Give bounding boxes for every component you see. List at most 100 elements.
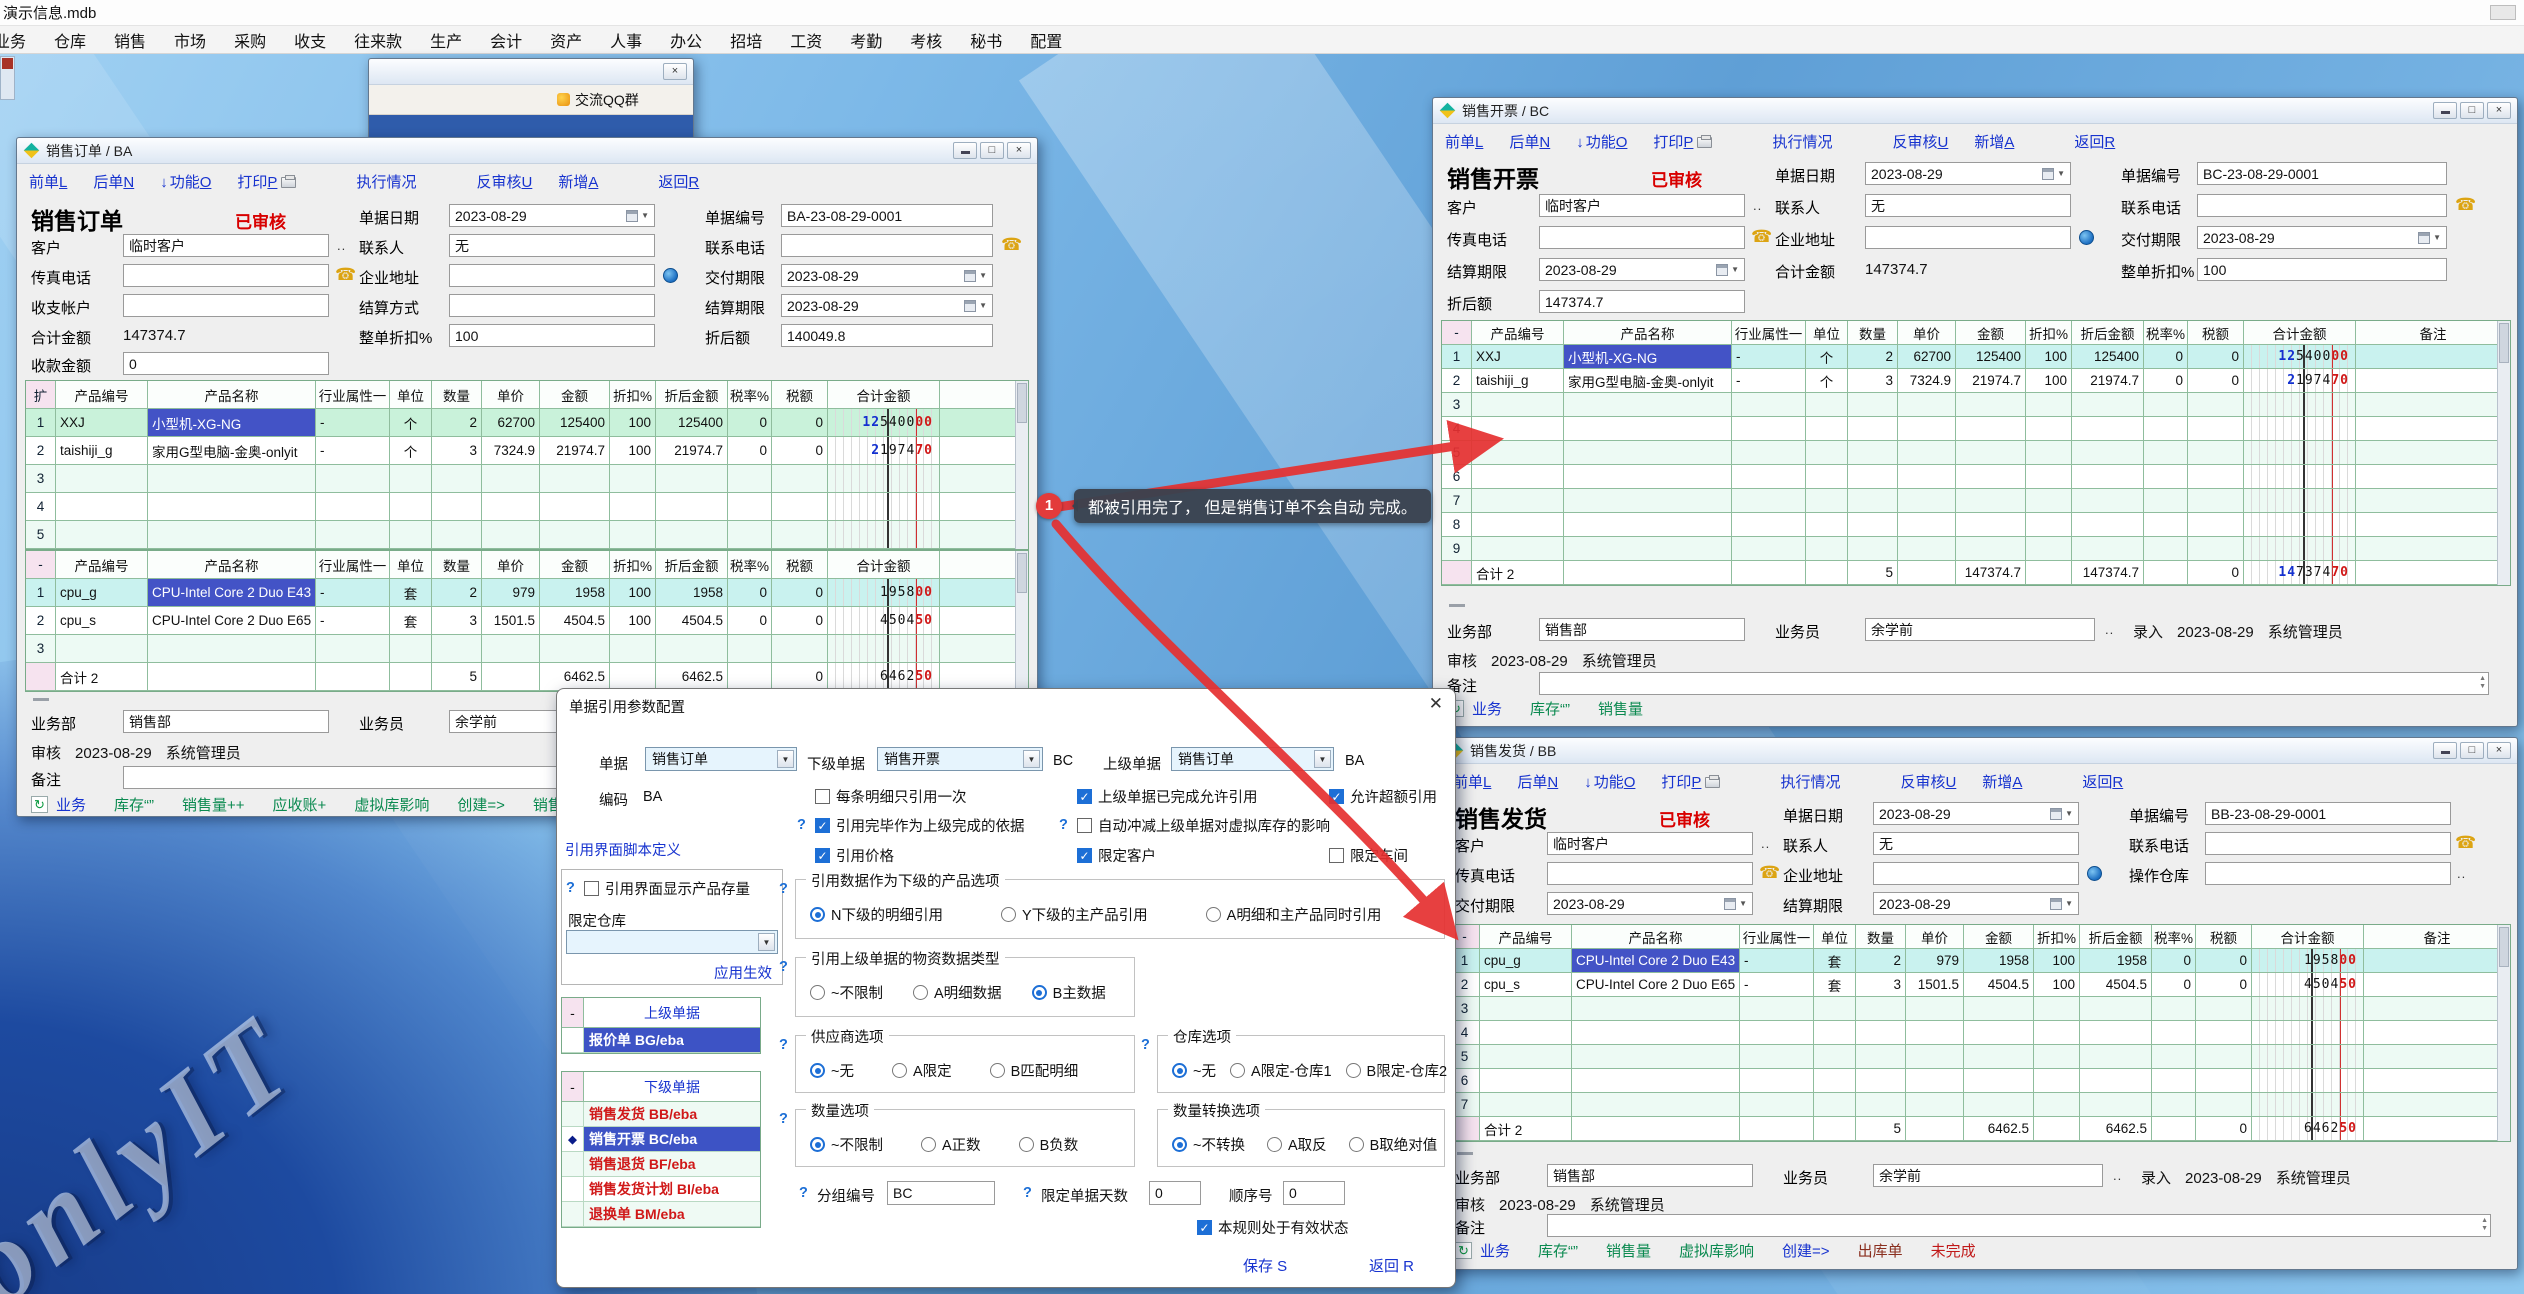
menu-item-办公[interactable]: 办公 [656, 26, 716, 54]
cell-damt[interactable]: 4504.5 [656, 607, 728, 634]
cell-name[interactable]: 小型机-XG-NG [148, 409, 316, 436]
help-icon[interactable]: ? [779, 881, 788, 897]
cell-amt[interactable] [540, 465, 610, 492]
cell-price[interactable] [1906, 997, 1964, 1020]
cell-unit[interactable] [1814, 1093, 1856, 1116]
toolbar-功能O[interactable]: ↓功能O [1584, 771, 1635, 792]
cell-code[interactable] [1480, 997, 1572, 1020]
help-icon[interactable]: ? [1141, 1037, 1150, 1053]
cell-price[interactable] [1898, 393, 1956, 416]
cell-name[interactable]: 家用G型电脑-金奥-onlyit [1564, 369, 1732, 392]
cell-code[interactable] [1472, 393, 1564, 416]
cell-taxr[interactable] [2144, 393, 2188, 416]
cell-name[interactable] [1564, 417, 1732, 440]
cell-price[interactable] [1898, 513, 1956, 536]
cell-attr[interactable] [1732, 513, 1806, 536]
menu-item-考勤[interactable]: 考勤 [836, 26, 896, 54]
cell-tax[interactable]: 0 [2196, 973, 2252, 996]
cell-name[interactable]: CPU-Intel Core 2 Duo E43 [148, 579, 316, 606]
window-titlebar[interactable]: 销售开票 / BC □ × [1433, 98, 2517, 124]
minimize-icon[interactable] [953, 142, 977, 159]
cell-tax[interactable] [2188, 513, 2244, 536]
cell-price[interactable] [1898, 465, 1956, 488]
cell-damt[interactable] [2072, 513, 2144, 536]
radio-selected[interactable] [1172, 1063, 1187, 1078]
cell-name[interactable]: 小型机-XG-NG [1564, 345, 1732, 368]
cell-code[interactable] [56, 521, 148, 548]
cell-amt[interactable] [1956, 417, 2026, 440]
toolbar-反审核U[interactable]: 反审核U [1900, 771, 1956, 792]
spinner-icons[interactable]: ▲▼ [2479, 675, 2486, 691]
cell-taxr[interactable]: 0 [2152, 949, 2196, 972]
save-button[interactable]: 保存 S [1243, 1255, 1287, 1276]
radio-selected[interactable] [1172, 1137, 1187, 1152]
deliver-date-input[interactable]: 2023-08-29▼ [2197, 226, 2447, 249]
radio-option[interactable]: ~不转换 [1172, 1134, 1245, 1155]
radio-option[interactable]: B限定-仓库2 [1346, 1060, 1448, 1081]
cell-unit[interactable] [1806, 513, 1848, 536]
cell-damt[interactable]: 4504.5 [2080, 973, 2152, 996]
cell-disc[interactable] [2026, 417, 2072, 440]
help-icon[interactable]: ? [779, 1111, 788, 1127]
cell-qty[interactable] [1848, 513, 1898, 536]
menu-item-市场[interactable]: 市场 [160, 26, 220, 54]
list-item[interactable]: 销售发货计划 BI/eba [562, 1177, 760, 1202]
cell-price[interactable] [482, 465, 540, 492]
phone-input[interactable] [2197, 194, 2447, 217]
table-row-empty[interactable]: 6 [1442, 465, 2510, 489]
cell-name[interactable] [1564, 513, 1732, 536]
radio-option[interactable]: ~不限制 [810, 982, 883, 1003]
cell-note[interactable] [2364, 1093, 2510, 1116]
cell-code[interactable] [1472, 489, 1564, 512]
cell-damt[interactable] [2080, 1093, 2152, 1116]
cell-name[interactable]: 家用G型电脑-金奥-onlyit [148, 437, 316, 464]
radio[interactable] [913, 985, 928, 1000]
footer-link-业务[interactable]: 业务 [1480, 1240, 1510, 1261]
cell-price[interactable]: 7324.9 [1898, 369, 1956, 392]
qq-window-titlebar[interactable]: × [369, 59, 693, 85]
radio[interactable] [921, 1137, 936, 1152]
cell-damt[interactable]: 1958 [656, 579, 728, 606]
cell-unit[interactable]: 套 [390, 579, 432, 606]
toolbar-执行情况[interactable]: 执行情况 [1772, 131, 1832, 152]
toolbar-返回R[interactable]: 返回R [2074, 131, 2115, 152]
cell-code[interactable]: cpu_s [1480, 973, 1572, 996]
customer-input[interactable]: 临时客户 [1539, 194, 1745, 217]
radio-option[interactable]: B负数 [1019, 1134, 1079, 1155]
cell-qty[interactable] [1848, 465, 1898, 488]
cell-disc[interactable] [2026, 489, 2072, 512]
table-row-empty[interactable]: 8 [1442, 513, 2510, 537]
cell-qty[interactable] [1856, 1045, 1906, 1068]
cell-name[interactable] [1572, 1069, 1740, 1092]
help-icon[interactable]: ? [779, 1037, 788, 1053]
chevron-down-icon[interactable]: ▼ [1314, 750, 1331, 768]
cell-note[interactable] [2356, 441, 2510, 464]
cell-qty[interactable]: 3 [1848, 369, 1898, 392]
cell-total[interactable]: 12540000 [828, 409, 940, 436]
cell-qty[interactable]: 2 [432, 409, 482, 436]
cell-tax[interactable] [2188, 489, 2244, 512]
cell-code[interactable] [1480, 1021, 1572, 1044]
menu-item-配置[interactable]: 配置 [1016, 26, 1076, 54]
cell-qty[interactable] [432, 521, 482, 548]
help-icon[interactable]: ? [779, 959, 788, 975]
chevron-down-icon[interactable]: ▼ [1023, 750, 1040, 768]
lookup-button[interactable]: .. [2113, 1168, 2122, 1183]
cell-taxr[interactable]: 0 [2144, 369, 2188, 392]
footer-link-销售量[interactable]: 销售量 [1598, 698, 1643, 719]
cell-disc[interactable] [2034, 1045, 2080, 1068]
toolbar-前单L[interactable]: 前单L [29, 171, 67, 192]
cell-damt[interactable]: 1958 [2080, 949, 2152, 972]
cell-total[interactable] [2252, 1093, 2364, 1116]
cell-total[interactable]: 2197470 [828, 437, 940, 464]
contact-input[interactable]: 无 [1865, 194, 2071, 217]
window-titlebar[interactable]: 销售订单 / BA □ × [17, 138, 1037, 164]
fax-input[interactable] [1547, 862, 1753, 885]
dept-input[interactable]: 销售部 [1539, 618, 1745, 641]
toolbar-后单N[interactable]: 后单N [1517, 771, 1558, 792]
cell-taxr[interactable] [2144, 513, 2188, 536]
restore-icon[interactable]: □ [980, 142, 1004, 159]
footer-link-库存“”[interactable]: 库存“” [1538, 1240, 1578, 1261]
radio-option[interactable]: A限定 [892, 1060, 952, 1081]
cell-name[interactable] [1572, 997, 1740, 1020]
